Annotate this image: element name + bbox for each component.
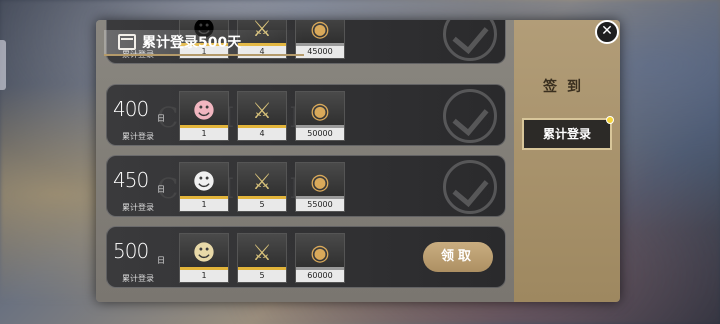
reward-rows[interactable]: 累计登录 ☻ 1 ⚔ 4 ◉ 45000 — [106, 20, 506, 302]
reward-quantity: 55000 — [296, 199, 344, 211]
sword-emblem-icon: ⚔ — [252, 169, 272, 195]
claimed-check-icon — [443, 20, 497, 61]
day-label: 累计登录 — [122, 132, 154, 141]
reward-slot[interactable]: ◉ 50000 — [295, 91, 345, 141]
side-panel: 签到 累计登录 — [514, 20, 620, 302]
cumulative-login-tab[interactable]: 累计登录 — [522, 116, 614, 150]
claim-button[interactable]: 领取 — [423, 242, 493, 272]
day-label: 累计登录 — [122, 203, 154, 212]
day-unit: 日 — [157, 256, 165, 265]
calendar-icon — [118, 34, 136, 50]
page-title: 累计登录500天 — [142, 35, 242, 51]
day-number: 400 — [113, 97, 149, 121]
reward-quantity: 1 — [180, 128, 228, 140]
reward-slot[interactable]: ☻ 1 — [179, 162, 229, 212]
sword-emblem-icon: ⚔ — [252, 98, 272, 124]
reward-slot[interactable]: ⚔ 4 — [237, 91, 287, 141]
character-icon: ☻ — [192, 98, 216, 124]
reward-quantity: 1 — [180, 199, 228, 211]
close-button[interactable]: ✕ — [595, 20, 619, 44]
reward-slot[interactable]: ☻ 1 — [179, 233, 229, 283]
tab-label: 累计登录 — [542, 127, 591, 141]
coin-pile-icon: ◉ — [310, 240, 330, 266]
reward-row: 500 日 累计登录 ☻ 1 ⚔ 5 ◉ 60000 领取 — [106, 226, 506, 288]
reward-quantity: 5 — [238, 199, 286, 211]
reward-slot[interactable]: ◉ 60000 — [295, 233, 345, 283]
login-reward-dialog: 累计登录 ☻ 1 ⚔ 4 ◉ 45000 — [96, 20, 620, 302]
notification-dot-icon — [606, 116, 614, 124]
reward-slot[interactable]: ☻ 1 — [179, 91, 229, 141]
day-block: 400 日 累计登录 — [107, 85, 169, 145]
coin-pile-icon: ◉ — [310, 98, 330, 124]
claimed-check-icon — [443, 160, 497, 214]
sword-emblem-icon: ⚔ — [252, 240, 272, 266]
day-unit: 日 — [157, 185, 165, 194]
reward-quantity: 1 — [180, 270, 228, 282]
reward-quantity: 50000 — [296, 128, 344, 140]
close-icon: ✕ — [601, 23, 613, 39]
coin-pile-icon: ◉ — [310, 169, 330, 195]
reward-quantity: 60000 — [296, 270, 344, 282]
reward-list-panel: 累计登录 ☻ 1 ⚔ 4 ◉ 45000 — [96, 20, 514, 302]
reward-slot[interactable]: ⚔ 5 — [237, 233, 287, 283]
day-number: 500 — [113, 239, 149, 263]
side-panel-title: 签到 — [543, 79, 591, 95]
reward-quantity: 4 — [238, 128, 286, 140]
side-drawer-handle[interactable] — [0, 40, 6, 90]
reward-quantity: 5 — [238, 270, 286, 282]
reward-row: CLAIMED 450 日 累计登录 ☻ 1 ⚔ 5 ◉ 55000 — [106, 155, 506, 217]
day-label: 累计登录 — [122, 274, 154, 283]
reward-row: CLAIMED 400 日 累计登录 ☻ 1 ⚔ 4 ◉ 50000 — [106, 84, 506, 146]
character-icon: ☻ — [192, 240, 216, 266]
claimed-check-icon — [443, 89, 497, 143]
reward-slot[interactable]: ⚔ 5 — [237, 162, 287, 212]
reward-slot[interactable]: ◉ 55000 — [295, 162, 345, 212]
day-block: 500 日 累计登录 — [107, 227, 169, 287]
day-block: 450 日 累计登录 — [107, 156, 169, 216]
day-unit: 日 — [157, 114, 165, 123]
character-icon: ☻ — [192, 169, 216, 195]
dialog-header: 累计登录500天 — [104, 30, 304, 56]
day-number: 450 — [113, 168, 149, 192]
